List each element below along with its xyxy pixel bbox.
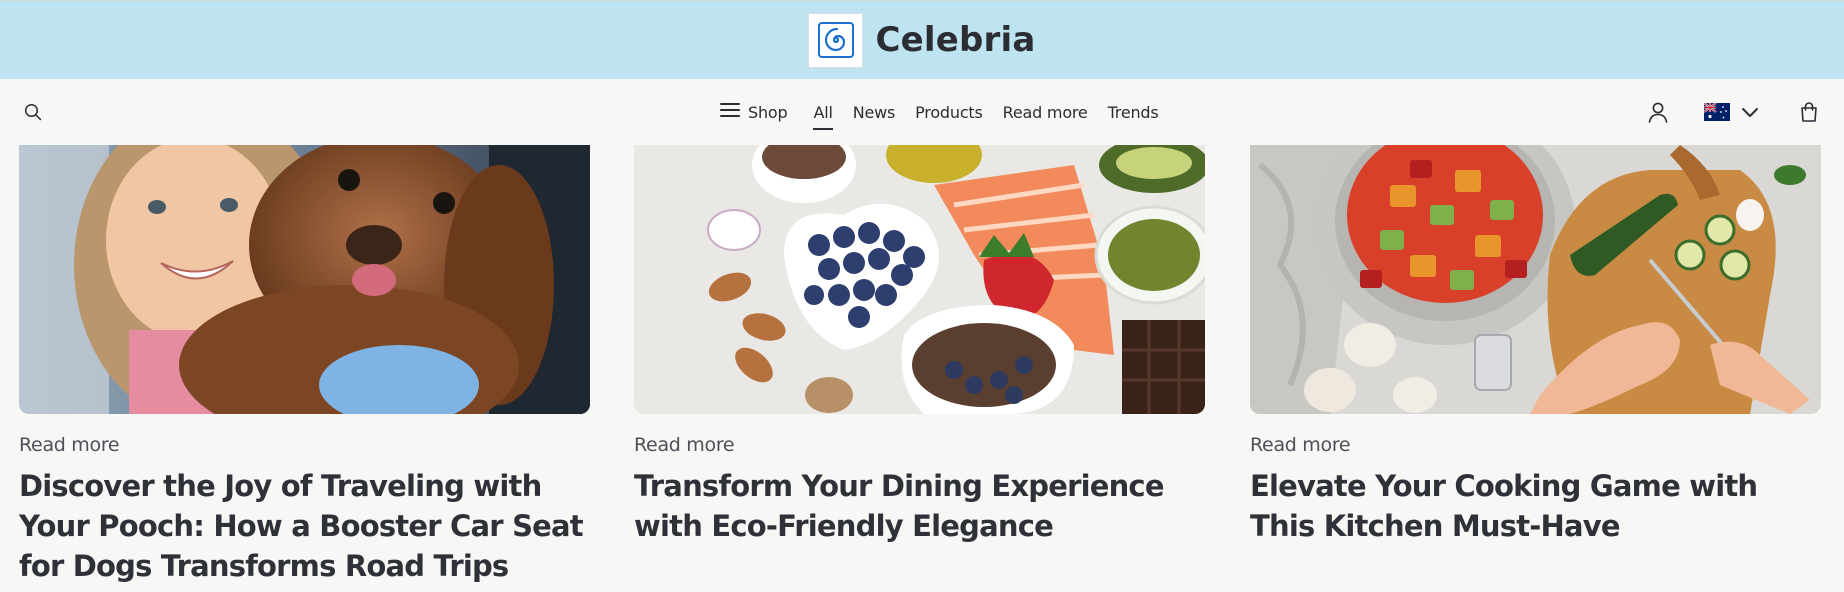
shopping-bag-icon[interactable]: [1796, 99, 1822, 125]
nav-link-news[interactable]: News: [853, 99, 896, 126]
shop-menu-button[interactable]: Shop: [720, 102, 788, 123]
main-navigation: Shop All News Products Read more Trends: [0, 80, 1844, 144]
healthy-food-bowls-photo[interactable]: [634, 145, 1205, 414]
girl-with-poodle-in-car-photo[interactable]: [19, 145, 590, 414]
nav-link-products[interactable]: Products: [915, 99, 983, 126]
shop-label: Shop: [748, 102, 788, 122]
article-card[interactable]: Read more Discover the Joy of Traveling …: [19, 145, 590, 592]
article-title[interactable]: Discover the Joy of Traveling with Your …: [19, 466, 590, 586]
brand-name: Celebria: [875, 20, 1036, 60]
article-category: Read more: [634, 434, 735, 456]
article-category: Read more: [19, 434, 120, 456]
nav-links: Shop All News Products Read more Trends: [720, 80, 1179, 144]
nav-actions: [1644, 80, 1822, 144]
chevron-down-icon[interactable]: [1740, 102, 1760, 122]
article-title[interactable]: Elevate Your Cooking Game with This Kitc…: [1250, 466, 1821, 546]
article-category: Read more: [1250, 434, 1351, 456]
chopping-vegetables-pot-photo[interactable]: [1250, 145, 1821, 414]
search-icon[interactable]: [21, 100, 45, 124]
brand-home-link[interactable]: Celebria: [808, 12, 1036, 68]
nav-link-all[interactable]: All: [813, 99, 833, 130]
brand-header: Celebria: [0, 0, 1844, 79]
australia-flag-icon[interactable]: [1704, 103, 1730, 121]
article-title[interactable]: Transform Your Dining Experience with Ec…: [634, 466, 1205, 546]
user-account-icon[interactable]: [1644, 98, 1672, 126]
hamburger-menu-icon: [720, 102, 740, 123]
article-card[interactable]: Read more Transform Your Dining Experien…: [634, 145, 1205, 592]
article-grid: Read more Discover the Joy of Traveling …: [19, 145, 1825, 592]
spiral-logo-icon: [808, 12, 864, 68]
article-card[interactable]: Read more Elevate Your Cooking Game with…: [1250, 145, 1821, 592]
nav-link-trends[interactable]: Trends: [1108, 99, 1159, 126]
nav-link-read-more[interactable]: Read more: [1003, 99, 1088, 126]
